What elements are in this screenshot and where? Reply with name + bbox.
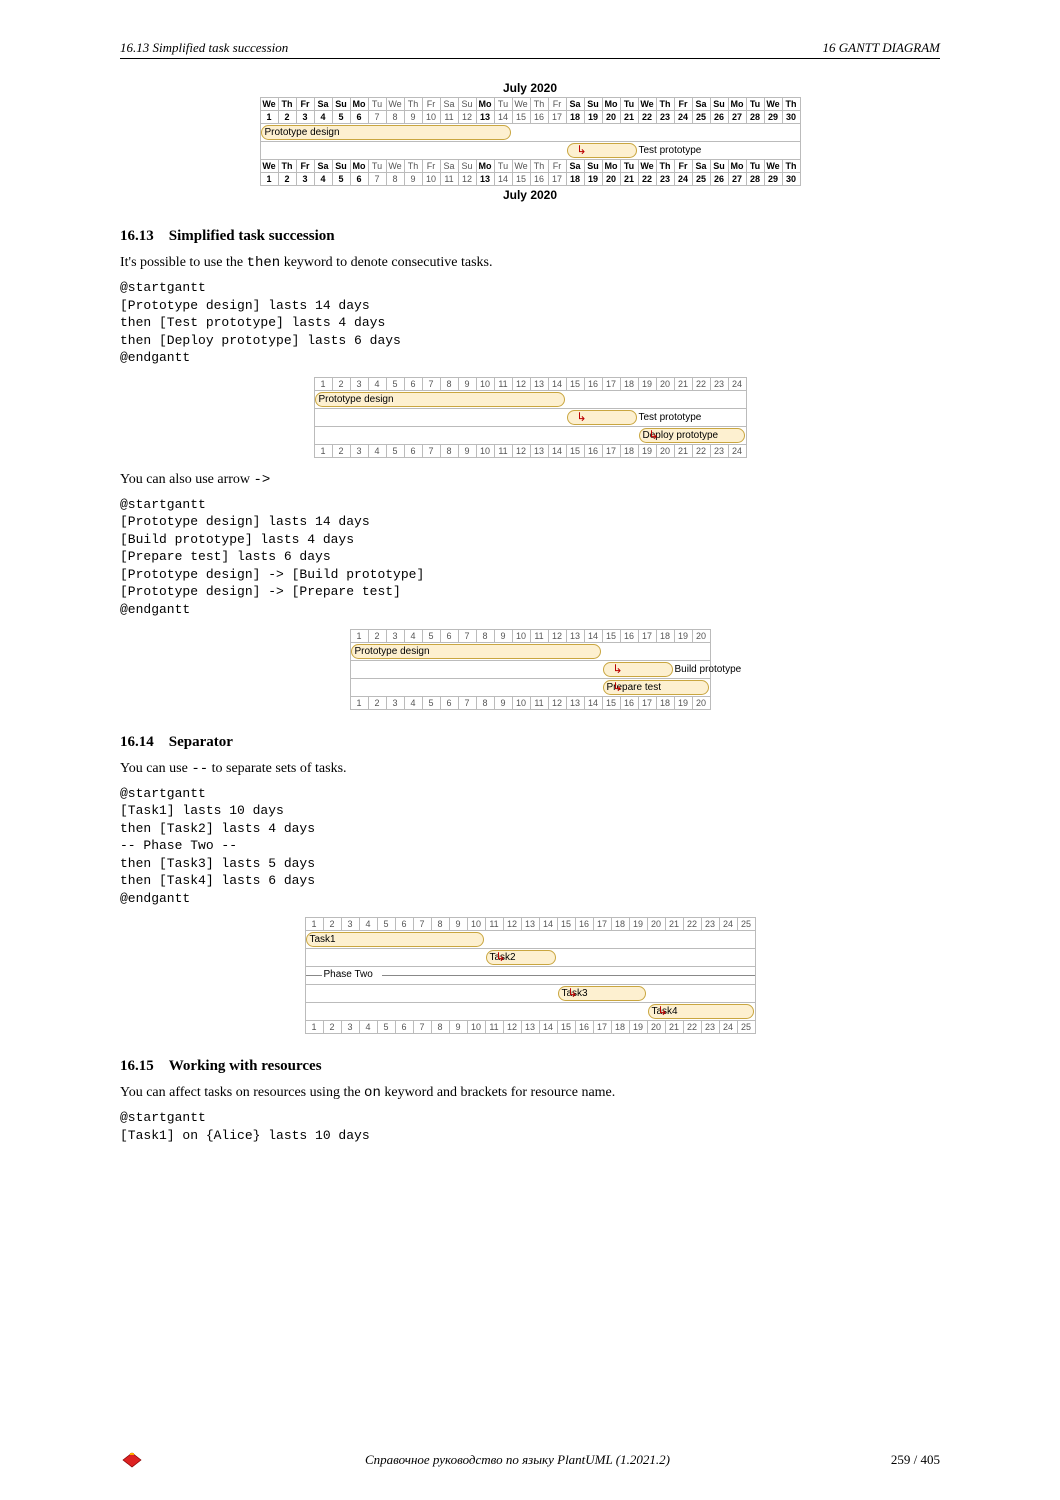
gantt-chart-4: 1234567891011121314151617181920212223242… (120, 917, 940, 1034)
heading-16-15: 16.15 Working with resources (120, 1058, 940, 1075)
page-header: 16.13 Simplified task succession 16 GANT… (120, 40, 940, 59)
paragraph: You can also use arrow -> (120, 472, 940, 488)
header-left: 16.13 Simplified task succession (120, 40, 288, 56)
page-number: 259 / 405 (891, 1452, 940, 1468)
code-block-2: @startgantt [Prototype design] lasts 14 … (120, 496, 940, 619)
code-block-1: @startgantt [Prototype design] lasts 14 … (120, 279, 940, 367)
code-block-3: @startgantt [Task1] lasts 10 days then [… (120, 785, 940, 908)
heading-16-13: 16.13 Simplified task succession (120, 228, 940, 245)
gantt-chart-2: 123456789101112131415161718192021222324P… (120, 377, 940, 458)
paragraph: You can use -- to separate sets of tasks… (120, 761, 940, 777)
gantt-chart-3: 1234567891011121314151617181920Prototype… (120, 629, 940, 710)
heading-16-14: 16.14 Separator (120, 734, 940, 751)
paragraph: It's possible to use the then keyword to… (120, 255, 940, 271)
header-right: 16 GANTT DIAGRAM (823, 40, 940, 56)
footer-title: Справочное руководство по языку PlantUML… (365, 1452, 670, 1468)
paragraph: You can affect tasks on resources using … (120, 1085, 940, 1101)
code-block-4: @startgantt [Task1] on {Alice} lasts 10 … (120, 1109, 940, 1144)
page-footer: Справочное руководство по языку PlantUML… (120, 1450, 940, 1470)
plantuml-logo-icon (120, 1450, 144, 1470)
gantt-chart-1: July 2020WeThFrSaSuMoTuWeThFrSaSuMoTuWeT… (120, 79, 940, 204)
